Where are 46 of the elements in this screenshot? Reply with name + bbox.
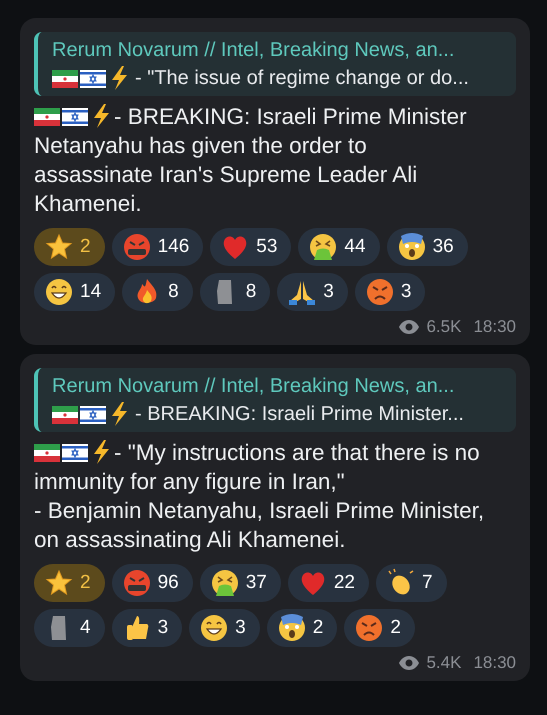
scream-icon	[396, 232, 427, 262]
reaction-button[interactable]: 7	[376, 564, 447, 602]
scream-icon	[276, 613, 307, 643]
grin-icon	[44, 277, 74, 307]
reply-text: - "The issue of regime change or do...	[135, 66, 469, 91]
reaction-button[interactable]: 53	[210, 228, 292, 266]
eye-icon	[398, 655, 420, 671]
angry-icon	[354, 613, 384, 643]
vomit-icon	[210, 568, 240, 598]
reaction-button[interactable]: 2	[34, 228, 105, 266]
reaction-button[interactable]: 8	[200, 273, 270, 311]
message-text: - "My instructions are that there is no immunity for any figure in Iran," - Benjamin Netanyahu, Israeli Prime Minister, on assassinating Ali Khamenei.	[34, 438, 486, 554]
angry-icon	[364, 277, 395, 307]
eye-icon	[398, 319, 420, 335]
reaction-button[interactable]: 146	[112, 228, 204, 266]
reaction-button[interactable]: 3	[354, 273, 426, 311]
view-count: 5.4K	[426, 653, 462, 673]
reaction-button[interactable]: 22	[288, 564, 369, 602]
reply-title: Rerum Novarum // Intel, Breaking News, an...	[52, 374, 456, 399]
reaction-button[interactable]: 4	[34, 609, 105, 647]
reply-text: - BREAKING: Israeli Prime Minister...	[135, 402, 464, 427]
reaction-button[interactable]: 3	[189, 609, 260, 647]
star-icon	[44, 232, 74, 262]
grin-icon	[199, 613, 230, 643]
message-text: - BREAKING: Israeli Prime Minister Netanyahu has given the order to assassinate Iran's Supreme Leader Ali Khamenei.	[34, 102, 468, 218]
reply-quote[interactable]: Rerum Novarum // Intel, Breaking News, an... - "The issue of regime change or do...	[34, 32, 516, 96]
message-time: 18:30	[473, 653, 516, 673]
reaction-button[interactable]: 2	[344, 609, 415, 647]
message-time: 18:30	[473, 317, 516, 337]
reaction-button[interactable]: 96	[112, 564, 193, 602]
star-icon	[44, 568, 74, 598]
reply-title: Rerum Novarum // Intel, Breaking News, an...	[52, 38, 456, 63]
reaction-button[interactable]: 2	[34, 564, 105, 602]
reaction-button[interactable]: 2	[266, 609, 338, 647]
reaction-button[interactable]: 44	[298, 228, 380, 266]
cursing-icon	[122, 568, 152, 598]
reaction-button[interactable]: 3	[277, 273, 348, 311]
cursing-icon	[122, 232, 152, 262]
reaction-button[interactable]: 36	[386, 228, 468, 266]
reaction-button[interactable]: 8	[122, 273, 193, 311]
reaction-button[interactable]: 14	[34, 273, 116, 311]
view-count: 6.5K	[426, 317, 462, 337]
reaction-button[interactable]: 3	[112, 609, 182, 647]
reaction-button[interactable]: 37	[200, 564, 281, 602]
reply-quote[interactable]: Rerum Novarum // Intel, Breaking News, an... - BREAKING: Israeli Prime Minister...	[34, 368, 516, 432]
vomit-icon	[308, 232, 338, 262]
